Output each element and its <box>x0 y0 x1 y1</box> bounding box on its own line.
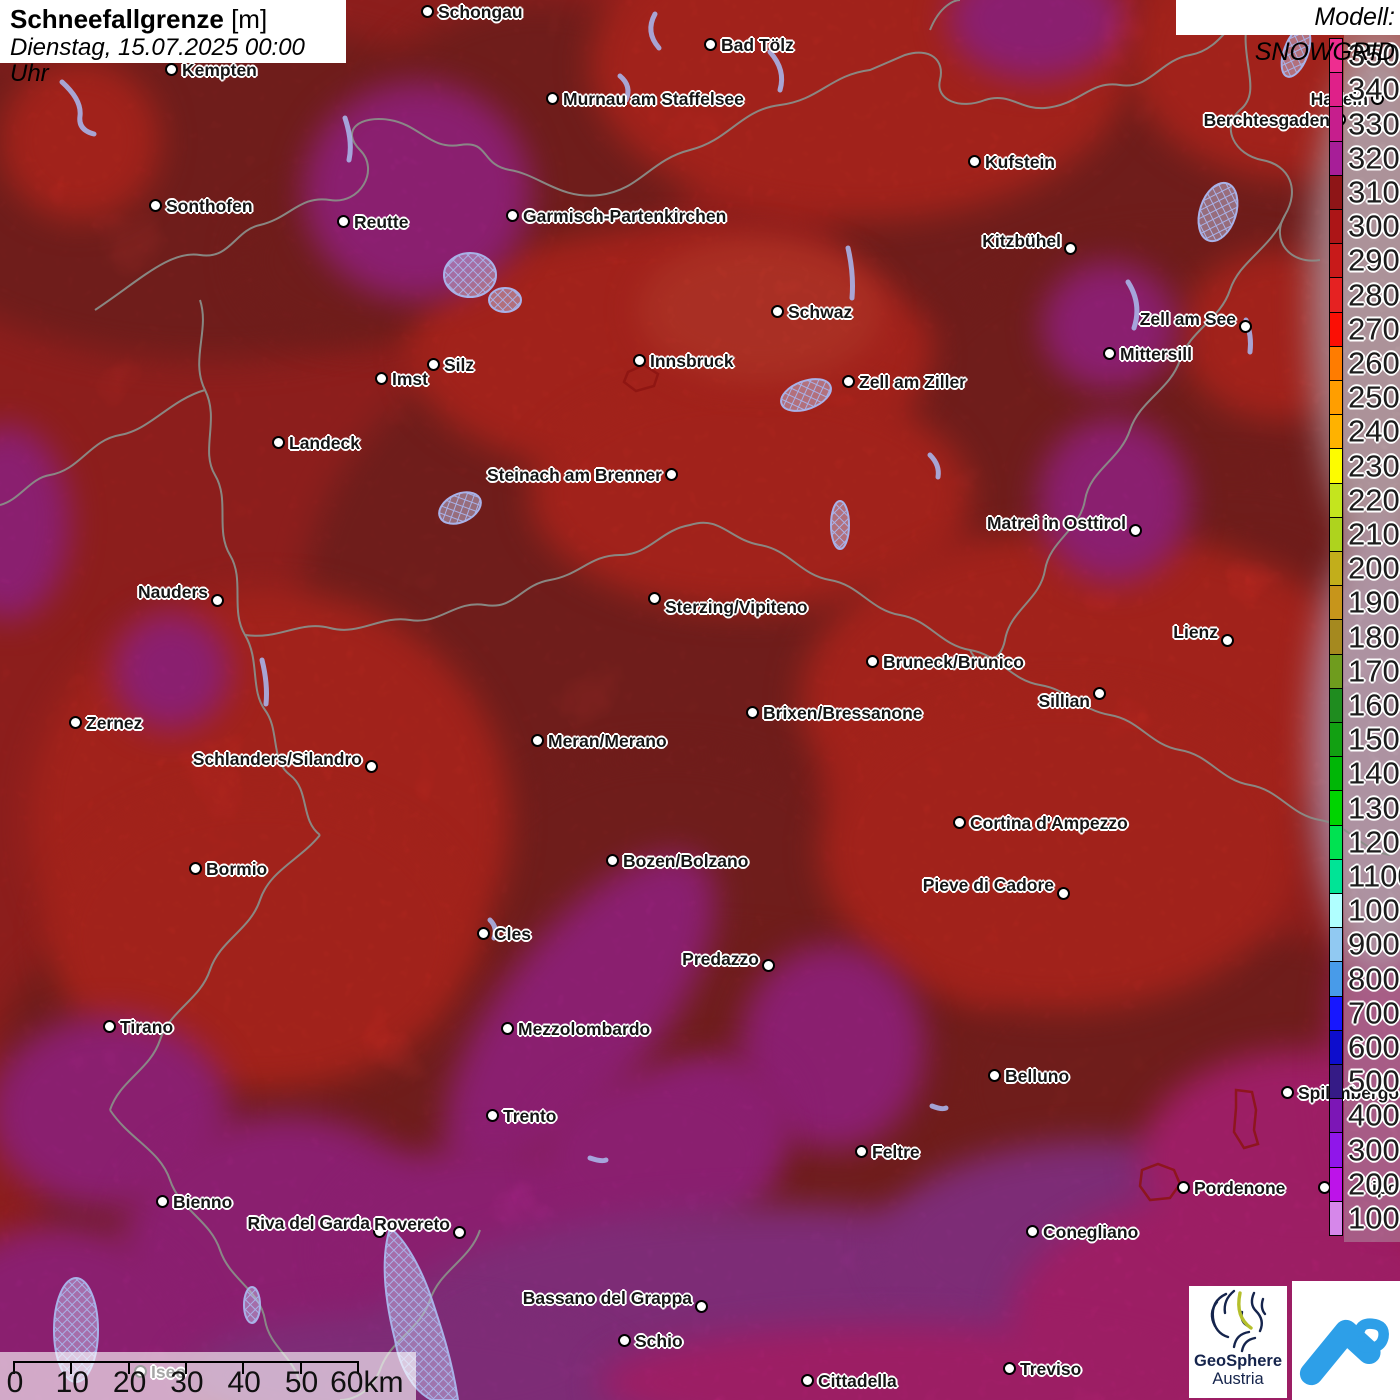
colorbar-tick-label: 3300 <box>1348 106 1400 141</box>
colorbar-swatch <box>1329 1200 1343 1236</box>
colorbar-swatch <box>1329 1064 1343 1100</box>
colorbar-tick-label: 400 <box>1348 1097 1400 1133</box>
colorbar-tick-label: 1300 <box>1348 790 1400 825</box>
colorbar-swatch <box>1329 277 1343 313</box>
colorbar-tick-label: 2900 <box>1348 242 1400 278</box>
geosphere-logo-subtext: Austria <box>1212 1370 1264 1389</box>
colorbar-swatch <box>1329 790 1343 826</box>
weather-map: Schongau Bad Tölz Kempten Murnau am Staffel… <box>0 0 1400 1400</box>
scalebar-label: 50 <box>284 1366 319 1399</box>
colorbar-tick-label: 200 <box>1348 1166 1400 1202</box>
colorbar-tick-label: 1800 <box>1348 619 1400 654</box>
colorbar-tick-label: 2400 <box>1348 413 1400 449</box>
colorbar-tick-label: 3200 <box>1348 140 1400 176</box>
colorbar-tick-label: 900 <box>1348 926 1400 962</box>
colorbar-swatch <box>1329 1098 1343 1134</box>
colorbar-tick-label: 1600 <box>1348 687 1400 723</box>
scalebar-label: 10 <box>55 1366 89 1399</box>
colorbar-swatch <box>1329 551 1343 587</box>
colorbar-tick-label: 1500 <box>1348 721 1400 757</box>
colorbar-swatch <box>1329 619 1343 655</box>
colorbar-tick-label: 700 <box>1348 995 1400 1031</box>
colorbar-tick-label: 2700 <box>1348 311 1400 347</box>
colorbar-swatch <box>1329 414 1343 450</box>
colorbar-tick-label: 1700 <box>1348 653 1400 689</box>
mountain-logo-icon <box>1299 1317 1389 1385</box>
colorbar-tick-label: 2300 <box>1348 448 1400 483</box>
colorbar-swatch <box>1329 858 1343 894</box>
colorbar-swatch <box>1329 448 1343 484</box>
geosphere-logo-text: GeoSphere <box>1193 1352 1283 1370</box>
geosphere-swirl-icon <box>1210 1289 1267 1353</box>
colorbar-swatch <box>1329 653 1343 689</box>
colorbar-tick-label: 2500 <box>1348 379 1400 415</box>
colorbar-swatch <box>1329 380 1343 416</box>
colorbar-swatch <box>1329 927 1343 963</box>
colorbar-swatch <box>1329 824 1343 860</box>
scalebar-label: 0 <box>6 1366 24 1399</box>
colorbar-swatch <box>1329 140 1343 176</box>
colorbar-tick-label: 3000 <box>1348 208 1400 244</box>
colorbar-tick-label: 1200 <box>1348 824 1400 860</box>
colorbar-swatch <box>1329 106 1343 142</box>
colorbar-tick-label: 500 <box>1348 1063 1400 1099</box>
map-datetime: Dienstag, 15.07.2025 00:00 Uhr <box>10 33 305 88</box>
colorbar-swatch <box>1329 174 1343 210</box>
colorbar-swatch <box>1329 209 1343 245</box>
colorbar-tick-label: 3100 <box>1348 174 1400 210</box>
scalebar-label: 30 <box>170 1366 204 1399</box>
colorbar-tick-label: 300 <box>1348 1132 1400 1167</box>
colorbar-swatch <box>1329 345 1343 381</box>
geosphere-logo-box: GeoSphere Austria <box>1189 1286 1287 1398</box>
map-title-box: Schneefallgrenze [m] Dienstag, 15.07.202… <box>0 0 346 87</box>
colorbar-tick-label: 800 <box>1348 961 1400 996</box>
colorbar-tick-label: 2200 <box>1348 482 1400 518</box>
model-label: Modell: SNOWGRID <box>1176 0 1400 66</box>
colorbar-swatch <box>1329 311 1343 347</box>
colorbar-swatch <box>1329 585 1343 621</box>
colorbar-tick-label: 1400 <box>1348 755 1400 791</box>
colorbar-tick-label: 2800 <box>1348 277 1400 312</box>
colorbar-tick-label: 2000 <box>1348 550 1400 586</box>
colorbar-swatch <box>1329 961 1343 997</box>
partner-logo-box <box>1292 1281 1400 1400</box>
colorbar-swatch <box>1329 243 1343 279</box>
colorbar-swatch <box>1329 1166 1343 1202</box>
colorbar-swatch <box>1329 1132 1343 1168</box>
distance-scalebar: 0 10 20 30 40 50 60km <box>0 1352 416 1400</box>
colorbar-swatch <box>1329 72 1343 108</box>
scalebar-label: 40 <box>227 1366 261 1399</box>
scalebar-label: 60km <box>330 1366 404 1399</box>
colorbar-swatch <box>1329 995 1343 1031</box>
colorbar-tick-label: 100 <box>1348 1200 1400 1236</box>
colorbar-swatch <box>1329 893 1343 929</box>
colorbar-tick-label: 2600 <box>1348 345 1400 381</box>
colorbar-swatch <box>1329 482 1343 518</box>
colorbar-tick-label: 1100 <box>1348 858 1400 894</box>
colorbar-swatch <box>1329 516 1343 552</box>
scalebar-label: 20 <box>112 1366 147 1399</box>
colorbar-swatch <box>1329 756 1343 792</box>
colorbar-tick-label: 3400 <box>1348 71 1400 107</box>
colorbar-swatch <box>1329 687 1343 723</box>
colorbar-tick-label: 1000 <box>1348 892 1400 928</box>
colorbar-tick-label: 600 <box>1348 1029 1400 1065</box>
colorbar: 3500340033003200310030002900280027002600… <box>0 0 1400 1400</box>
page-title: Schneefallgrenze [m] <box>10 4 268 34</box>
colorbar-swatch <box>1329 722 1343 758</box>
colorbar-swatch <box>1329 1029 1343 1065</box>
colorbar-tick-label: 2100 <box>1348 516 1400 552</box>
colorbar-tick-label: 1900 <box>1348 584 1400 620</box>
